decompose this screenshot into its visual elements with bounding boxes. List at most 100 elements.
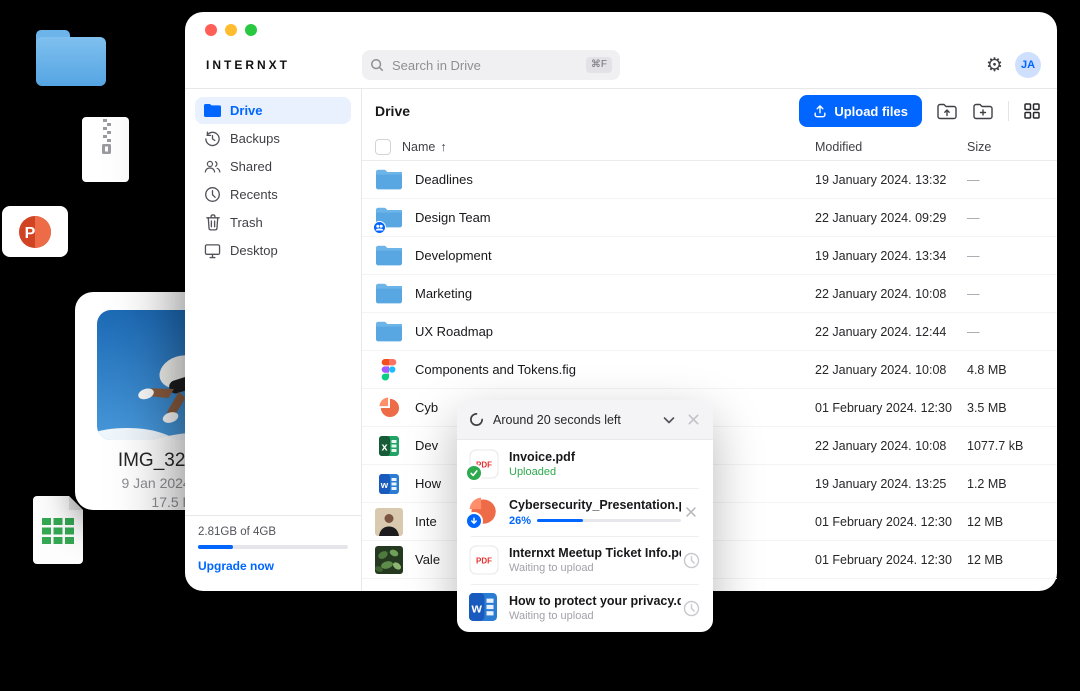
uploading-arrow-icon bbox=[465, 512, 483, 530]
close-popup-icon[interactable] bbox=[686, 412, 701, 427]
collapse-chevron-icon[interactable] bbox=[661, 412, 677, 428]
file-name: Components and Tokens.fig bbox=[415, 362, 815, 377]
upload-item-name: Internxt Meetup Ticket Info.pdf bbox=[509, 546, 681, 560]
folder-icon bbox=[375, 318, 403, 346]
file-modified: 22 January 2024. 12:44 bbox=[815, 325, 967, 339]
file-name: Marketing bbox=[415, 286, 815, 301]
svg-text:x: x bbox=[381, 441, 388, 453]
sort-ascending-icon: ↑ bbox=[440, 140, 446, 154]
file-size: 1.2 MB bbox=[967, 477, 1057, 491]
user-avatar[interactable]: JA bbox=[1015, 52, 1041, 78]
breadcrumb[interactable]: Drive bbox=[375, 103, 410, 119]
upload-icon bbox=[813, 104, 827, 118]
storage-section: 2.81GB of 4GB Upgrade now bbox=[185, 515, 361, 591]
file-size: 3.5 MB bbox=[967, 401, 1057, 415]
table-row[interactable]: Development19 January 2024. 13:34— bbox=[362, 237, 1057, 275]
svg-text:w: w bbox=[471, 601, 483, 616]
column-header-size[interactable]: Size bbox=[967, 140, 1057, 154]
file-modified: 01 February 2024. 12:30 bbox=[815, 553, 967, 567]
file-modified: 22 January 2024. 09:29 bbox=[815, 211, 967, 225]
folder-icon bbox=[375, 242, 403, 270]
powerpoint-file-icon: P bbox=[2, 206, 68, 257]
folder-icon bbox=[375, 280, 403, 308]
name-header-label: Name bbox=[402, 140, 435, 154]
upgrade-now-link[interactable]: Upgrade now bbox=[198, 559, 348, 573]
zip-file-icon bbox=[82, 117, 129, 182]
table-row[interactable]: Design Team22 January 2024. 09:29— bbox=[362, 199, 1057, 237]
upload-item-name: How to protect your privacy.doc bbox=[509, 594, 681, 608]
sidebar-item-label: Shared bbox=[230, 159, 272, 174]
upload-item-name: Invoice.pdf bbox=[509, 450, 701, 464]
storage-progress-fill bbox=[198, 545, 233, 549]
column-header-modified[interactable]: Modified bbox=[815, 140, 967, 154]
drive-toolbar: Drive Upload files bbox=[362, 89, 1057, 133]
sidebar-item-recents[interactable]: Recents bbox=[195, 181, 351, 208]
drive-icon bbox=[204, 102, 221, 119]
sidebar: DriveBackups Shared RecentsTrash Desktop 2.… bbox=[185, 89, 362, 591]
file-name: Deadlines bbox=[415, 172, 815, 187]
waiting-clock-icon bbox=[681, 552, 701, 569]
figma-icon bbox=[375, 356, 403, 384]
file-modified: 01 February 2024. 12:30 bbox=[815, 515, 967, 529]
table-row[interactable]: Marketing22 January 2024. 10:08— bbox=[362, 275, 1057, 313]
table-row[interactable]: UX Roadmap22 January 2024. 12:44— bbox=[362, 313, 1057, 351]
folder-shared-icon bbox=[375, 204, 403, 232]
xls-icon: x bbox=[375, 432, 403, 460]
sidebar-item-backups[interactable]: Backups bbox=[195, 125, 351, 152]
photo-portrait-icon bbox=[375, 508, 403, 536]
close-window-button[interactable] bbox=[205, 24, 217, 36]
pdf-icon: PDF bbox=[469, 545, 499, 575]
upload-progress-fill bbox=[537, 519, 583, 522]
upload-files-button[interactable]: Upload files bbox=[799, 95, 922, 127]
waiting-clock-icon bbox=[681, 600, 701, 617]
file-size: 12 MB bbox=[967, 553, 1057, 567]
upload-progress-percent: 26% bbox=[509, 515, 531, 527]
upload-status: Waiting to upload bbox=[509, 562, 681, 574]
zoom-window-button[interactable] bbox=[245, 24, 257, 36]
upload-item-name: Cybersecurity_Presentation.ppt bbox=[509, 498, 681, 512]
sidebar-item-shared[interactable]: Shared bbox=[195, 153, 351, 180]
svg-text:w: w bbox=[380, 480, 389, 491]
table-row[interactable]: Deadlines19 January 2024. 13:32— bbox=[362, 161, 1057, 199]
toolbar-divider bbox=[1008, 101, 1009, 121]
minimize-window-button[interactable] bbox=[225, 24, 237, 36]
table-row[interactable]: Components and Tokens.fig22 January 2024… bbox=[362, 351, 1057, 389]
upload-item: PDF Internxt Meetup Ticket Info.pdf Waitin… bbox=[457, 536, 713, 584]
search-icon bbox=[370, 58, 384, 72]
doc-icon: w bbox=[375, 470, 403, 498]
ppt-icon bbox=[375, 394, 403, 422]
upload-folder-icon[interactable] bbox=[936, 101, 958, 121]
file-modified: 22 January 2024. 10:08 bbox=[815, 363, 967, 377]
grid-view-icon[interactable] bbox=[1023, 102, 1041, 120]
search-input[interactable] bbox=[390, 57, 586, 74]
cancel-upload-icon[interactable] bbox=[681, 505, 701, 519]
file-size: — bbox=[967, 325, 1057, 339]
folder-icon bbox=[375, 166, 403, 194]
table-header: Name ↑ Modified Size bbox=[362, 133, 1057, 161]
sidebar-item-trash[interactable]: Trash bbox=[195, 209, 351, 236]
desktop-background: P bbox=[0, 0, 1080, 691]
upload-item: Cybersecurity_Presentation.ppt 26% bbox=[457, 488, 713, 536]
sidebar-item-label: Desktop bbox=[230, 243, 278, 258]
sidebar-item-desktop[interactable]: Desktop bbox=[195, 237, 351, 264]
search-shortcut-badge: ⌘F bbox=[586, 57, 612, 73]
upload-files-label: Upload files bbox=[834, 104, 908, 119]
spreadsheet-file-icon bbox=[33, 496, 83, 564]
uploaded-check-icon bbox=[465, 464, 483, 482]
search-bar[interactable]: ⌘F bbox=[362, 50, 620, 80]
desktop-folder-icon bbox=[36, 30, 106, 86]
svg-text:P: P bbox=[25, 225, 36, 242]
file-size: — bbox=[967, 249, 1057, 263]
new-folder-icon[interactable] bbox=[972, 101, 994, 121]
recents-icon bbox=[204, 186, 221, 203]
upload-status: Uploaded bbox=[509, 466, 701, 478]
sidebar-item-drive[interactable]: Drive bbox=[195, 97, 351, 124]
column-header-name[interactable]: Name ↑ bbox=[402, 140, 815, 154]
file-modified: 22 January 2024. 10:08 bbox=[815, 287, 967, 301]
select-all-checkbox[interactable] bbox=[375, 139, 391, 155]
settings-gear-icon[interactable]: ⚙ bbox=[986, 56, 1003, 75]
upload-item: PDFInvoice.pdfUploaded bbox=[457, 440, 713, 488]
photo-plant-icon bbox=[375, 546, 403, 574]
file-modified: 19 January 2024. 13:25 bbox=[815, 477, 967, 491]
upload-progress-bar bbox=[537, 519, 681, 522]
